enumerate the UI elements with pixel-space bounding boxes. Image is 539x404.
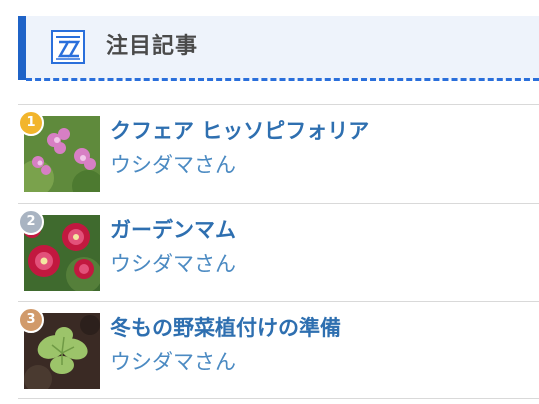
featured-articles-widget: 注目記事 1 クフェア ヒッソピフォリア ウシダマさん 2 ガーデンマム ウシダ… [0, 0, 539, 404]
article-author-link[interactable]: ウシダマさん [110, 249, 236, 279]
article-author-link[interactable]: ウシダマさん [110, 150, 236, 180]
article-item-2[interactable]: 2 ガーデンマム ウシダマさん [18, 205, 539, 295]
article-item-1[interactable]: 1 クフェア ヒッソピフォリア ウシダマさん [18, 106, 539, 196]
header-accent-bar [18, 16, 26, 80]
article-title-link[interactable]: 冬もの野菜植付けの準備 [110, 313, 341, 343]
divider [18, 301, 539, 302]
divider [18, 203, 539, 204]
article-title-link[interactable]: クフェア ヒッソピフォリア [110, 116, 369, 146]
newspaper-icon [51, 30, 85, 64]
rank-badge-gold: 1 [18, 110, 44, 136]
rank-badge-silver: 2 [18, 209, 44, 235]
widget-header: 注目記事 [18, 16, 539, 81]
article-author-link[interactable]: ウシダマさん [110, 347, 236, 377]
divider [18, 104, 539, 105]
rank-badge-bronze: 3 [18, 307, 44, 333]
header-dashed-underline [26, 78, 539, 81]
widget-title: 注目記事 [106, 34, 199, 59]
article-item-3[interactable]: 3 冬もの野菜植付けの準備 ウシダマさん [18, 303, 539, 393]
divider [18, 398, 539, 399]
article-title-link[interactable]: ガーデンマム [110, 215, 236, 245]
